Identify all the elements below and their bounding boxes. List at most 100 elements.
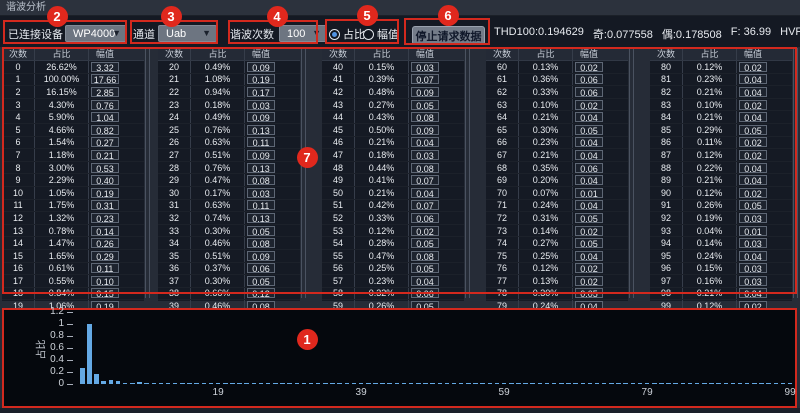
table-row: 940.14%0.03 <box>650 237 792 250</box>
harmonic-bar <box>116 381 121 384</box>
harmonics-table-group: 次数占比幅值400.15%0.03410.39%0.07420.48%0.094… <box>322 47 464 301</box>
harmonic-bar <box>237 383 242 384</box>
harmonic-bar <box>702 383 707 384</box>
amplitude-cell: 0.06 <box>573 74 605 86</box>
amplitude-value: 0.04 <box>739 112 767 122</box>
table-row: 130.78%0.14 <box>2 225 144 238</box>
amplitude-cell: 0.02 <box>573 225 605 237</box>
table-row: 510.42%0.07 <box>322 200 464 213</box>
harmonic-bar <box>631 383 636 384</box>
table-row: 970.16%0.03 <box>650 275 792 288</box>
ratio-cell: 0.15% <box>355 61 409 73</box>
table-row: 180.84%0.15 <box>2 288 144 301</box>
ratio-cell: 5.90% <box>35 111 89 123</box>
harmonic-bar <box>244 383 249 384</box>
amplitude-value: 0.15 <box>91 288 119 298</box>
amplitude-cell: 0.04 <box>737 288 769 300</box>
harmonic-order-cell: 32 <box>158 212 191 224</box>
harmonic-order-cell: 74 <box>486 237 519 249</box>
harmonic-bar <box>595 383 600 384</box>
harmonic-order-cell: 61 <box>486 74 519 86</box>
table-row: 580.32%0.06 <box>322 288 464 301</box>
column-header: 次数 <box>2 47 35 60</box>
harmonic-bar <box>359 383 364 384</box>
ratio-cell: 0.25% <box>519 250 573 262</box>
table-row: 840.21%0.04 <box>650 111 792 124</box>
harmonic-order-cell: 87 <box>650 149 683 161</box>
amplitude-value: 0.03 <box>739 213 767 223</box>
ratio-cell: 0.30% <box>191 275 245 287</box>
table-scrollbar[interactable] <box>629 48 634 298</box>
ratio-cell: 4.30% <box>35 99 89 111</box>
ratio-cell: 0.61% <box>35 263 89 275</box>
harmonic-bar <box>488 383 493 384</box>
table-scrollbar[interactable] <box>465 48 470 298</box>
table-row: 930.04%0.01 <box>650 225 792 238</box>
ratio-cell: 0.66% <box>191 288 245 300</box>
y-tick-label: 0.8 <box>4 330 64 341</box>
amplitude-value: 0.13 <box>247 125 275 135</box>
harmonic-order-cell: 48 <box>322 162 355 174</box>
harmonic-bar <box>266 383 271 384</box>
harmonic-bar <box>223 383 228 384</box>
amplitude-value: 0.09 <box>411 87 439 97</box>
ratio-cell: 0.49% <box>191 111 245 123</box>
harmonic-bar <box>673 383 678 384</box>
ratio-cell: 0.30% <box>191 225 245 237</box>
harmonic-bar <box>638 383 643 384</box>
table-row: 350.51%0.09 <box>158 250 300 263</box>
table-scrollbar[interactable] <box>793 48 798 298</box>
x-tick-label: 19 <box>213 387 224 398</box>
table-row: 500.21%0.04 <box>322 187 464 200</box>
amplitude-value: 0.02 <box>575 263 603 273</box>
harmonic-order-cell: 23 <box>158 99 191 111</box>
harmonic-order-cell: 75 <box>486 250 519 262</box>
amplitude-cell: 0.82 <box>89 124 121 136</box>
amplitude-cell: 0.04 <box>737 162 769 174</box>
amplitude-cell: 0.04 <box>737 86 769 98</box>
amplitude-value: 0.03 <box>411 150 439 160</box>
ratio-cell: 3.00% <box>35 162 89 174</box>
amplitude-cell: 0.06 <box>409 288 441 300</box>
harmonic-order-cell: 89 <box>650 174 683 186</box>
harmonic-order-cell: 0 <box>2 61 35 73</box>
amplitude-cell: 0.09 <box>409 86 441 98</box>
table-row: 211.08%0.19 <box>158 74 300 87</box>
ratio-cell: 0.74% <box>191 212 245 224</box>
amplitude-value: 0.02 <box>411 226 439 236</box>
table-row: 890.21%0.04 <box>650 174 792 187</box>
harmonic-order-cell: 12 <box>2 212 35 224</box>
amplitude-cell: 0.03 <box>737 263 769 275</box>
amplitude-value: 0.09 <box>247 251 275 261</box>
harmonic-bar <box>316 383 321 384</box>
harmonic-order-cell: 60 <box>486 61 519 73</box>
table-row: 700.07%0.01 <box>486 187 628 200</box>
table-row: 560.25%0.05 <box>322 263 464 276</box>
amplitude-value: 0.01 <box>575 188 603 198</box>
x-tick-label: 99 <box>785 387 796 398</box>
amplitude-cell: 0.06 <box>573 162 605 174</box>
table-header-row: 次数占比幅值 <box>158 47 300 61</box>
harmonic-bar <box>502 383 507 384</box>
column-header: 次数 <box>322 47 355 60</box>
harmonic-order-cell: 90 <box>650 187 683 199</box>
amplitude-cell: 0.03 <box>245 99 277 111</box>
amplitude-cell: 0.03 <box>737 212 769 224</box>
table-row: 400.15%0.03 <box>322 61 464 74</box>
table-scrollbar[interactable] <box>145 48 150 298</box>
harmonic-bar <box>745 383 750 384</box>
harmonic-bar <box>387 383 392 384</box>
amplitude-value: 0.05 <box>247 276 275 286</box>
amplitude-cell: 0.21 <box>89 149 121 161</box>
table-row: 550.47%0.08 <box>322 250 464 263</box>
harmonic-order-cell: 97 <box>650 275 683 287</box>
amplitude-value: 0.06 <box>247 263 275 273</box>
table-row: 160.61%0.11 <box>2 263 144 276</box>
ratio-cell: 2.29% <box>35 174 89 186</box>
amplitude-value: 0.07 <box>411 175 439 185</box>
harmonic-order-cell: 65 <box>486 124 519 136</box>
ratio-cell: 0.21% <box>355 137 409 149</box>
harmonic-bar <box>180 383 185 384</box>
table-row: 960.15%0.03 <box>650 263 792 276</box>
table-scrollbar[interactable] <box>301 48 306 298</box>
